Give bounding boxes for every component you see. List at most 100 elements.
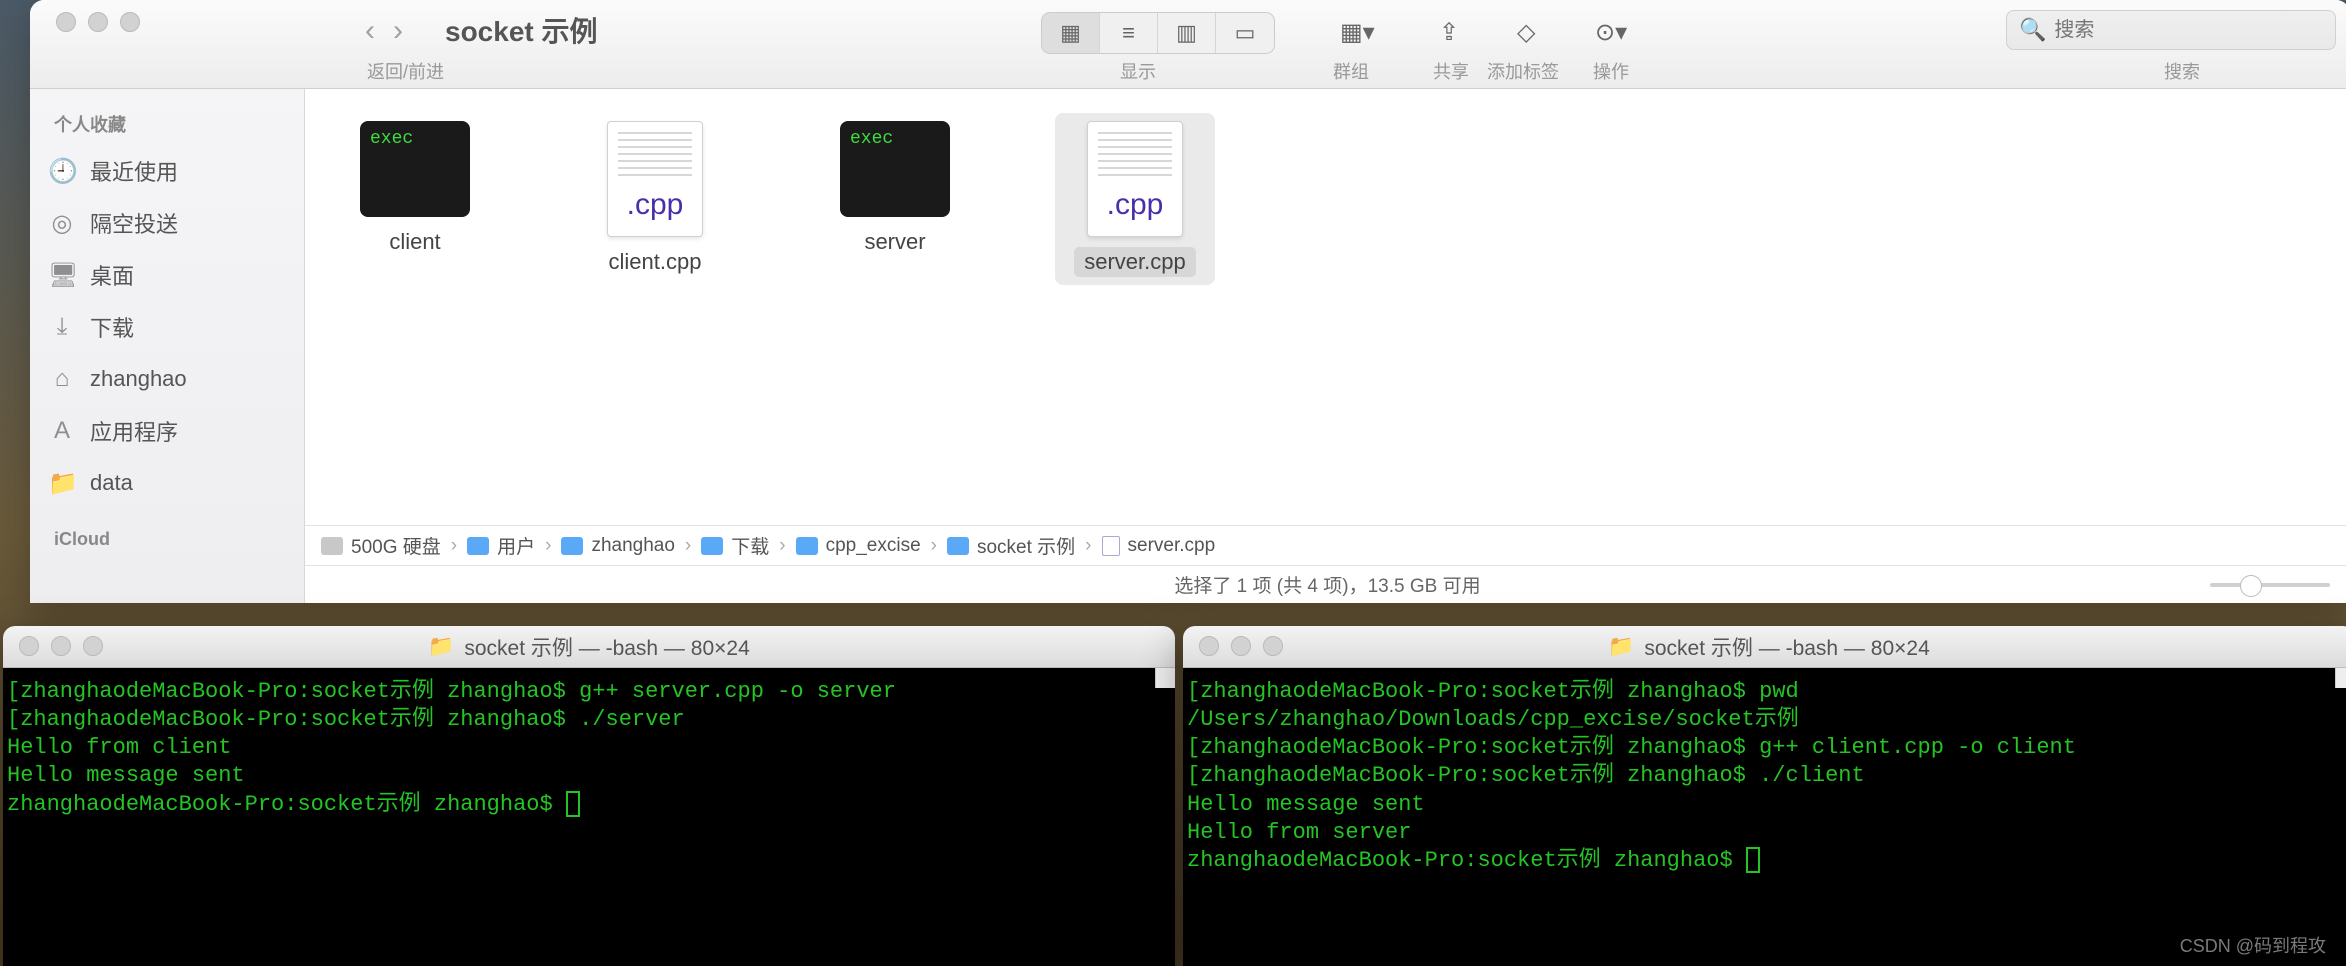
- sidebar-item[interactable]: 🖥桌面: [30, 249, 304, 301]
- search-field[interactable]: 🔍: [2006, 10, 2336, 50]
- file-item[interactable]: client.cpp: [575, 113, 735, 285]
- share-label: 共享: [1433, 58, 1469, 84]
- sidebar-item-icon: ◎: [48, 209, 76, 238]
- sidebar-item-icon: ⤓: [48, 313, 76, 341]
- path-crumb[interactable]: 下载: [701, 532, 769, 559]
- sidebar-item-label: data: [90, 470, 133, 496]
- group-by-button[interactable]: ▦▾: [1340, 12, 1375, 52]
- scrollbar-corner: [1155, 668, 1175, 688]
- path-crumb-label: 用户: [497, 532, 535, 559]
- sidebar-item-label: 隔空投送: [90, 207, 178, 239]
- sidebar-section-icloud: iCloud: [30, 525, 304, 558]
- back-button[interactable]: ‹: [365, 14, 375, 48]
- file-name-label: server: [854, 227, 935, 257]
- scrollbar-corner: [2335, 668, 2346, 688]
- path-separator: ›: [541, 535, 555, 557]
- path-crumb-label: zhanghao: [591, 535, 674, 557]
- path-crumb-label: 下载: [731, 532, 769, 559]
- file-item[interactable]: client: [335, 113, 495, 265]
- file-grid[interactable]: client client.cpp server server.cpp: [305, 89, 2346, 525]
- status-text: 选择了 1 项 (共 4 项)，13.5 GB 可用: [1174, 571, 1480, 598]
- path-separator: ›: [1081, 535, 1095, 557]
- tag-button[interactable]: ◇: [1517, 12, 1535, 52]
- zoom-window-button[interactable]: [1263, 636, 1283, 656]
- folder-icon: [1102, 536, 1120, 556]
- file-name-label: server.cpp: [1074, 247, 1196, 277]
- file-item[interactable]: server.cpp: [1055, 113, 1215, 285]
- path-crumb[interactable]: cpp_excise: [796, 535, 921, 557]
- zoom-slider[interactable]: [2210, 583, 2330, 587]
- terminal-title: socket 示例 — -bash — 80×24: [1644, 632, 1929, 662]
- sidebar-item[interactable]: 📁data: [30, 457, 304, 509]
- folder-icon: [701, 537, 723, 555]
- zoom-window-button[interactable]: [120, 12, 140, 32]
- path-bar[interactable]: 500G 硬盘 › 用户 › zhanghao › 下载 › cpp_excise › socket…: [305, 525, 2346, 565]
- minimize-window-button[interactable]: [88, 12, 108, 32]
- file-name-label: client.cpp: [599, 247, 712, 277]
- terminal-cursor: [1746, 847, 1760, 873]
- terminal-title: socket 示例 — -bash — 80×24: [464, 632, 749, 662]
- path-separator: ›: [775, 535, 789, 557]
- sidebar-item-label: 应用程序: [90, 415, 178, 447]
- path-separator: ›: [447, 535, 461, 557]
- search-label: 搜索: [2164, 58, 2200, 84]
- close-window-button[interactable]: [19, 636, 39, 656]
- search-input[interactable]: [2054, 19, 2323, 42]
- group-label: 群组: [1333, 58, 1369, 84]
- sidebar-item[interactable]: ⌂ zhanghao: [30, 353, 304, 405]
- window-controls: [30, 0, 305, 88]
- action-label: 操作: [1593, 58, 1629, 84]
- path-crumb-label: server.cpp: [1128, 535, 1216, 557]
- path-crumb-label: 500G 硬盘: [351, 532, 441, 559]
- file-item[interactable]: server: [815, 113, 975, 265]
- folder-icon: [321, 537, 343, 555]
- zoom-window-button[interactable]: [83, 636, 103, 656]
- file-name-label: client: [379, 227, 450, 257]
- sidebar-item-icon: A: [48, 417, 76, 445]
- nav-label: 返回/前进: [367, 58, 444, 84]
- minimize-window-button[interactable]: [1231, 636, 1251, 656]
- view-label: 显示: [1120, 58, 1156, 84]
- view-icon-mode[interactable]: ▦: [1042, 13, 1100, 53]
- close-window-button[interactable]: [1199, 636, 1219, 656]
- close-window-button[interactable]: [56, 12, 76, 32]
- path-crumb[interactable]: socket 示例: [947, 532, 1075, 559]
- finder-window: ‹ › socket 示例 返回/前进 ▦ ≡ ▥ ▭ 显示 ▦▾ 群组 ⇪ 共…: [30, 0, 2346, 603]
- minimize-window-button[interactable]: [51, 636, 71, 656]
- path-crumb[interactable]: zhanghao: [561, 535, 674, 557]
- view-list-mode[interactable]: ≡: [1100, 13, 1158, 53]
- path-crumb[interactable]: 用户: [467, 532, 535, 559]
- cpp-file-icon: [607, 121, 703, 237]
- folder-icon: [467, 537, 489, 555]
- view-gallery-mode[interactable]: ▭: [1216, 13, 1274, 53]
- finder-toolbar: ‹ › socket 示例 返回/前进 ▦ ≡ ▥ ▭ 显示 ▦▾ 群组 ⇪ 共…: [30, 0, 2346, 89]
- sidebar-item[interactable]: 🕘最近使用: [30, 145, 304, 197]
- tag-label: 添加标签: [1487, 58, 1559, 84]
- finder-sidebar: 个人收藏 🕘最近使用 ◎ 隔空投送 🖥桌面 ⤓ 下载 ⌂ zhanghao A 应用程序 📁data…: [30, 89, 305, 603]
- sidebar-item[interactable]: ⤓ 下载: [30, 301, 304, 353]
- terminal-cursor: [566, 791, 580, 817]
- path-separator: ›: [927, 535, 941, 557]
- terminal-output[interactable]: [zhanghaodeMacBook-Pro:socket示例 zhanghao…: [1183, 668, 2346, 966]
- folder-icon: [947, 537, 969, 555]
- sidebar-item-label: 下载: [90, 311, 134, 343]
- exec-file-icon: [360, 121, 470, 217]
- sidebar-item[interactable]: ◎ 隔空投送: [30, 197, 304, 249]
- sidebar-item-label: zhanghao: [90, 366, 187, 392]
- terminal-titlebar: 📁socket 示例 — -bash — 80×24: [1183, 626, 2346, 668]
- sidebar-item-icon: 🕘: [48, 157, 76, 186]
- view-column-mode[interactable]: ▥: [1158, 13, 1216, 53]
- sidebar-item-icon: 🖥: [48, 261, 76, 290]
- terminal-output[interactable]: [zhanghaodeMacBook-Pro:socket示例 zhanghao…: [3, 668, 1175, 966]
- path-crumb[interactable]: 500G 硬盘: [321, 532, 441, 559]
- path-crumb[interactable]: server.cpp: [1102, 535, 1216, 557]
- sidebar-section-favorites: 个人收藏: [30, 107, 304, 145]
- action-button[interactable]: ⊙▾: [1595, 12, 1627, 52]
- window-title: socket 示例: [445, 10, 598, 50]
- view-mode-switch[interactable]: ▦ ≡ ▥ ▭: [1041, 12, 1275, 54]
- sidebar-item-icon: ⌂: [48, 365, 76, 393]
- forward-button[interactable]: ›: [393, 14, 403, 48]
- sidebar-item[interactable]: A 应用程序: [30, 405, 304, 457]
- terminal-titlebar: 📁socket 示例 — -bash — 80×24: [3, 626, 1175, 668]
- share-button[interactable]: ⇪: [1439, 12, 1459, 52]
